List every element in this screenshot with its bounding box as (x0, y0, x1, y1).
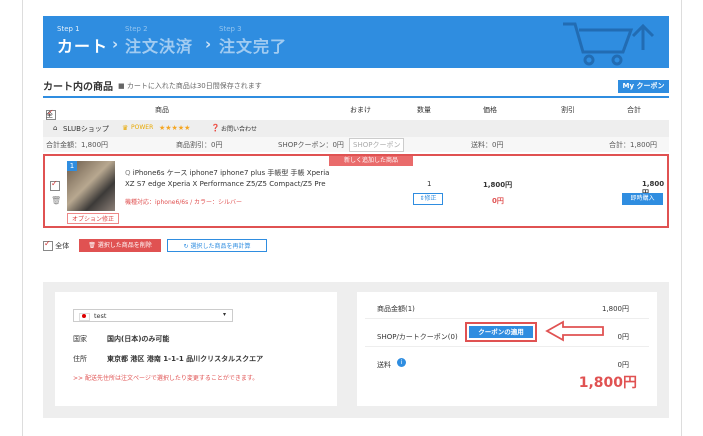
product-name[interactable]: Q iPhone6s ケース iphone7 iphone7 plus 手帳型 … (125, 168, 335, 190)
country-label: 国家 (73, 335, 87, 343)
select-all-label: 全体 (55, 242, 70, 250)
summary-coupon: SHOP/カートクーポン(0) クーポンの適用 0円 (365, 320, 649, 347)
option-edit-button[interactable]: オプション修正 (67, 213, 119, 224)
header-product: 商品 (155, 106, 169, 114)
item-checkbox[interactable] (50, 179, 60, 191)
delete-selected-button[interactable]: 🗑 選択した商品を削除 (79, 239, 161, 252)
step-number: Step 1 (57, 25, 80, 33)
search-icon: Q (125, 169, 131, 177)
table-header: 全体 商品 おまけ 数量 価格 割引 合計 (43, 96, 669, 129)
shipping-amount: 送料：0円 (471, 141, 504, 149)
trash-icon[interactable]: 🗑 (51, 196, 61, 205)
modify-label: 修正 (424, 195, 437, 202)
checkout-steps-banner: Step 1 カート › Step 2 注文決済 › Step 3 注文完了 (43, 16, 669, 68)
item-discount: 0円 (492, 197, 504, 205)
apply-coupon-label: クーポンの適用 (469, 326, 533, 338)
summary-shipping: 送料 i 0円 (365, 352, 649, 374)
step-cart: Step 1 カート (57, 25, 108, 57)
step-label: 注文完了 (219, 37, 288, 56)
shipping-label: 送料 (377, 361, 391, 369)
crown-icon: ♛ (122, 124, 129, 132)
japan-flag-icon (79, 313, 90, 321)
recalculate-button[interactable]: ↻ 選択した商品を再計算 (167, 239, 267, 252)
my-coupon-button[interactable]: My クーポン (618, 80, 669, 93)
cart-title: カート内の商品 (43, 82, 113, 93)
address-label: 住所 (73, 355, 87, 363)
header-discount: 割引 (561, 106, 575, 114)
power-label: POWER (131, 124, 154, 131)
product-discount: 商品割引：0円 (176, 141, 223, 149)
quantity-modify-button[interactable]: ⇕修正 (413, 193, 443, 205)
item-index-badge: 1 (67, 161, 77, 171)
cart-note-text: カートに入れた商品は30日間保存されます (126, 82, 262, 90)
select-all-checkbox[interactable] (43, 239, 53, 251)
country-value: 国内(日本)のみ可能 (107, 335, 170, 343)
step-number: Step 3 (219, 25, 242, 33)
coupon-value: 0円 (617, 333, 629, 341)
header-bonus: おまけ (350, 106, 371, 114)
shop-row: ⌂ SLUBショップ ♛ POWER ★★★★★ ❓ お問い合わせ (43, 120, 669, 137)
shop-coupon-amount: SHOPクーポン：0円 (278, 141, 344, 149)
question-icon: ❓ (211, 124, 220, 132)
product-image[interactable]: 1 (67, 161, 115, 211)
product-variant: 機種対応：iphone6/6s / カラー：シルバー (125, 199, 243, 206)
sum-amount: 合計金額：1,800円 (46, 141, 109, 149)
pointer-arrow-icon (545, 320, 604, 342)
checkout-bottom: test ▾ 国家 国内(日本)のみ可能 住所 東京都 港区 港南 1-1-1 … (43, 282, 669, 418)
grand-total: 1,800円 (578, 375, 637, 391)
step-number: Step 2 (125, 25, 148, 33)
coupon-label: SHOP/カートクーポン(0) (377, 333, 458, 341)
delete-selected-label: 選択した商品を削除 (97, 242, 152, 249)
summary-product-amount: 商品金額(1) 1,800円 (365, 296, 649, 319)
shop-total: 合計：1,800円 (609, 141, 658, 149)
bulk-actions: 全体 🗑 選択した商品を削除 ↻ 選択した商品を再計算 (43, 239, 267, 252)
product-amount-label: 商品金額(1) (377, 305, 415, 313)
step-label: カート (57, 37, 109, 56)
info-icon[interactable]: i (397, 358, 406, 367)
home-icon: ⌂ (53, 124, 58, 132)
shop-summary-row: 合計金額：1,800円 商品割引：0円 SHOPクーポン：0円 SHOPクーポン… (43, 137, 669, 152)
recalculate-label: 選択した商品を再計算 (190, 243, 251, 250)
address-value: 東京都 港区 港南 1-1-1 品川クリスタルスクエア (107, 355, 264, 363)
item-price: 1,800円 (483, 181, 513, 189)
address-panel: test ▾ 国家 国内(日本)のみ可能 住所 東京都 港区 港南 1-1-1 … (55, 292, 337, 406)
product-name-text: iPhone6s ケース iphone7 iphone7 plus 手帳型 手帳… (125, 169, 330, 188)
cart-item: 新しく追加した商品 🗑 1 オプション修正 Q iPhone6s ケース iph… (43, 154, 669, 228)
step-payment: Step 2 注文決済 (125, 25, 193, 57)
rating-stars: ★★★★★ (159, 124, 191, 132)
cart-icon (563, 22, 655, 66)
step-arrow-icon: › (205, 35, 212, 53)
buy-now-button[interactable]: 即時購入 (622, 193, 663, 205)
cart-note: ■ カートに入れた商品は30日間保存されます (118, 82, 262, 90)
new-item-tag: 新しく追加した商品 (329, 156, 413, 166)
step-arrow-icon: › (112, 35, 119, 53)
header-price: 価格 (483, 106, 497, 114)
header-qty: 数量 (417, 106, 431, 114)
address-select-value: test (94, 312, 107, 320)
order-summary: 商品金額(1) 1,800円 SHOP/カートクーポン(0) クーポンの適用 0… (357, 292, 657, 406)
shop-name[interactable]: SLUBショップ (63, 124, 109, 134)
product-amount-value: 1,800円 (601, 305, 629, 313)
apply-coupon-button[interactable]: クーポンの適用 (465, 322, 537, 342)
address-hint: >> 配送先住所は注文ページで選択したり変更することができます。 (73, 375, 259, 382)
header-total: 合計 (627, 106, 641, 114)
quantity-value: 1 (427, 180, 432, 188)
address-select[interactable]: test ▾ (73, 309, 233, 322)
shipping-value: 0円 (617, 361, 629, 369)
shop-coupon-button[interactable]: SHOPクーポン (349, 138, 405, 152)
step-label: 注文決済 (125, 37, 194, 56)
contact-link[interactable]: お問い合わせ (221, 124, 257, 133)
step-complete: Step 3 注文完了 (219, 25, 287, 57)
chevron-down-icon: ▾ (222, 311, 226, 318)
